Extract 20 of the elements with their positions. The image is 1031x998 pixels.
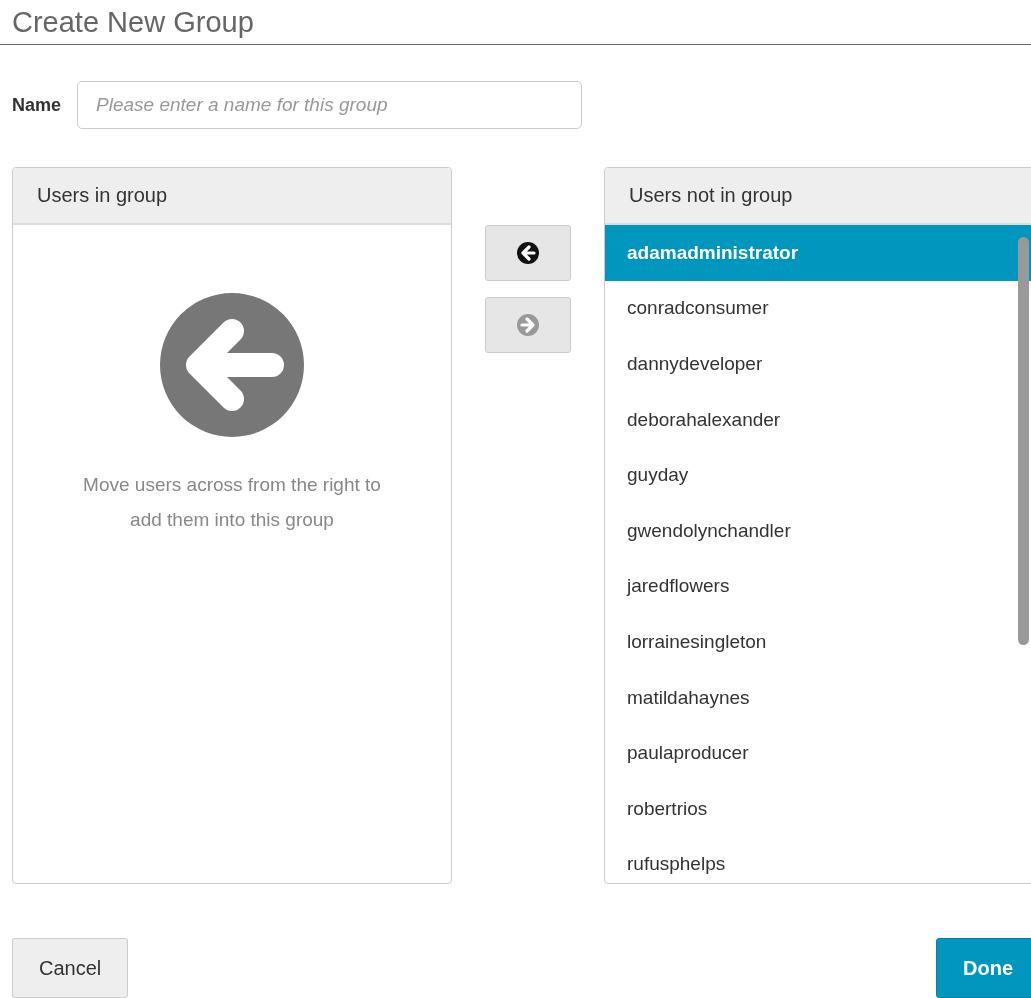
user-item[interactable]: jaredflowers <box>605 558 1031 615</box>
user-item[interactable]: matildahaynes <box>605 669 1031 726</box>
scrollbar[interactable] <box>1018 237 1029 645</box>
panel-header: Users in group <box>13 168 451 225</box>
cancel-button[interactable]: Cancel <box>12 938 129 998</box>
user-item[interactable]: rufusphelps <box>605 836 1031 883</box>
empty-message: Move users across from the right to add them into this group <box>82 473 382 532</box>
name-label: Name <box>12 94 62 116</box>
page-title: Create New Group <box>12 6 254 38</box>
user-item[interactable]: robertrios <box>605 780 1031 837</box>
user-item[interactable]: paulaproducer <box>605 725 1031 781</box>
user-item[interactable]: dannydeveloper <box>605 336 1031 392</box>
user-item[interactable]: deborahalexander <box>605 391 1031 448</box>
move-left-button[interactable] <box>485 225 571 281</box>
panel-header: Users not in group <box>605 168 1031 225</box>
user-item[interactable]: guyday <box>605 447 1031 503</box>
user-item[interactable]: lorrainesingleton <box>605 614 1031 670</box>
user-item[interactable]: conradconsumer <box>605 280 1031 337</box>
name-field[interactable]: Please enter a name for this group <box>77 81 583 129</box>
user-item[interactable]: gwendolynchandler <box>605 502 1031 559</box>
